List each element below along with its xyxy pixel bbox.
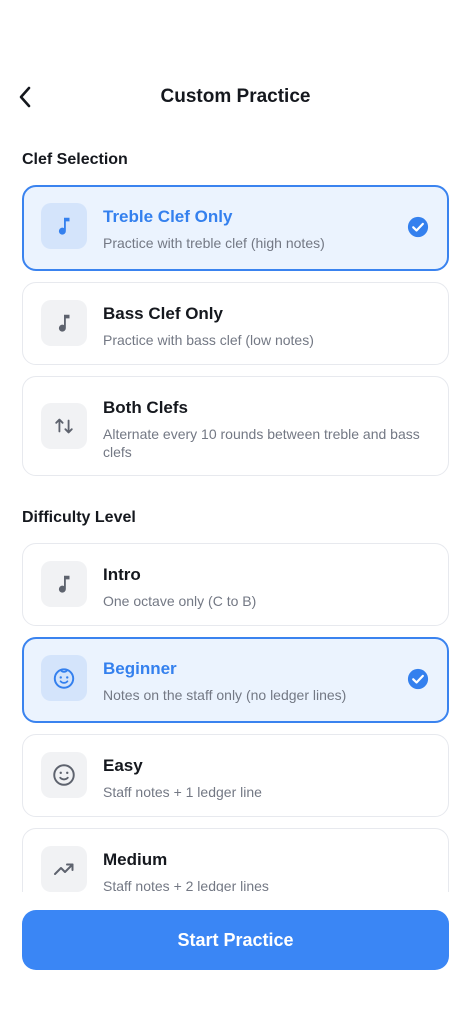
option-title: Intro xyxy=(103,565,141,584)
custom-practice-screen: Custom Practice Clef Selection Treble Cl… xyxy=(0,0,471,1024)
checkmark-circle-icon xyxy=(407,668,429,690)
icon-container xyxy=(41,403,87,449)
icon-container xyxy=(41,561,87,607)
option-title: Beginner xyxy=(103,659,177,678)
option-description: Practice with bass clef (low notes) xyxy=(103,332,314,348)
music-note-icon xyxy=(58,575,70,593)
clef-section-title: Clef Selection xyxy=(22,151,128,168)
icon-container xyxy=(41,203,87,249)
music-note-icon xyxy=(58,314,70,332)
music-note-icon xyxy=(58,217,70,235)
icon-container xyxy=(41,300,87,346)
option-description: Practice with treble clef (high notes) xyxy=(103,235,325,251)
clef-option-treble[interactable]: Treble Clef Only Practice with treble cl… xyxy=(22,185,449,271)
page-title: Custom Practice xyxy=(160,86,311,107)
smiley-face-icon xyxy=(53,764,75,786)
trending-up-icon xyxy=(54,863,74,875)
difficulty-option-beginner[interactable]: Beginner Notes on the staff only (no led… xyxy=(22,637,449,723)
option-description: One octave only (C to B) xyxy=(103,593,257,609)
start-practice-button[interactable]: Start Practice xyxy=(22,910,449,970)
icon-container xyxy=(41,655,87,701)
difficulty-option-easy[interactable]: Easy Staff notes + 1 ledger line xyxy=(22,734,449,817)
baby-face-icon xyxy=(53,668,75,689)
option-title: Easy xyxy=(103,756,143,775)
option-title: Medium xyxy=(103,850,168,869)
header: Custom Practice xyxy=(0,70,471,124)
difficulty-option-intro[interactable]: Intro One octave only (C to B) xyxy=(22,543,449,626)
option-description: Alternate every 10 rounds between treble… xyxy=(103,426,420,460)
option-title: Treble Clef Only xyxy=(103,207,233,226)
swap-vertical-icon xyxy=(55,418,73,434)
difficulty-section-title: Difficulty Level xyxy=(22,509,136,526)
option-description: Notes on the staff only (no ledger lines… xyxy=(103,687,347,703)
option-description: Staff notes + 1 ledger line xyxy=(103,784,262,800)
clef-option-both[interactable]: Both Clefs Alternate every 10 rounds bet… xyxy=(22,376,449,476)
icon-container xyxy=(41,846,87,892)
icon-container xyxy=(41,752,87,798)
option-title: Both Clefs xyxy=(103,398,188,417)
clef-option-bass[interactable]: Bass Clef Only Practice with bass clef (… xyxy=(22,282,449,365)
checkmark-circle-icon xyxy=(407,216,429,238)
option-title: Bass Clef Only xyxy=(103,304,223,323)
